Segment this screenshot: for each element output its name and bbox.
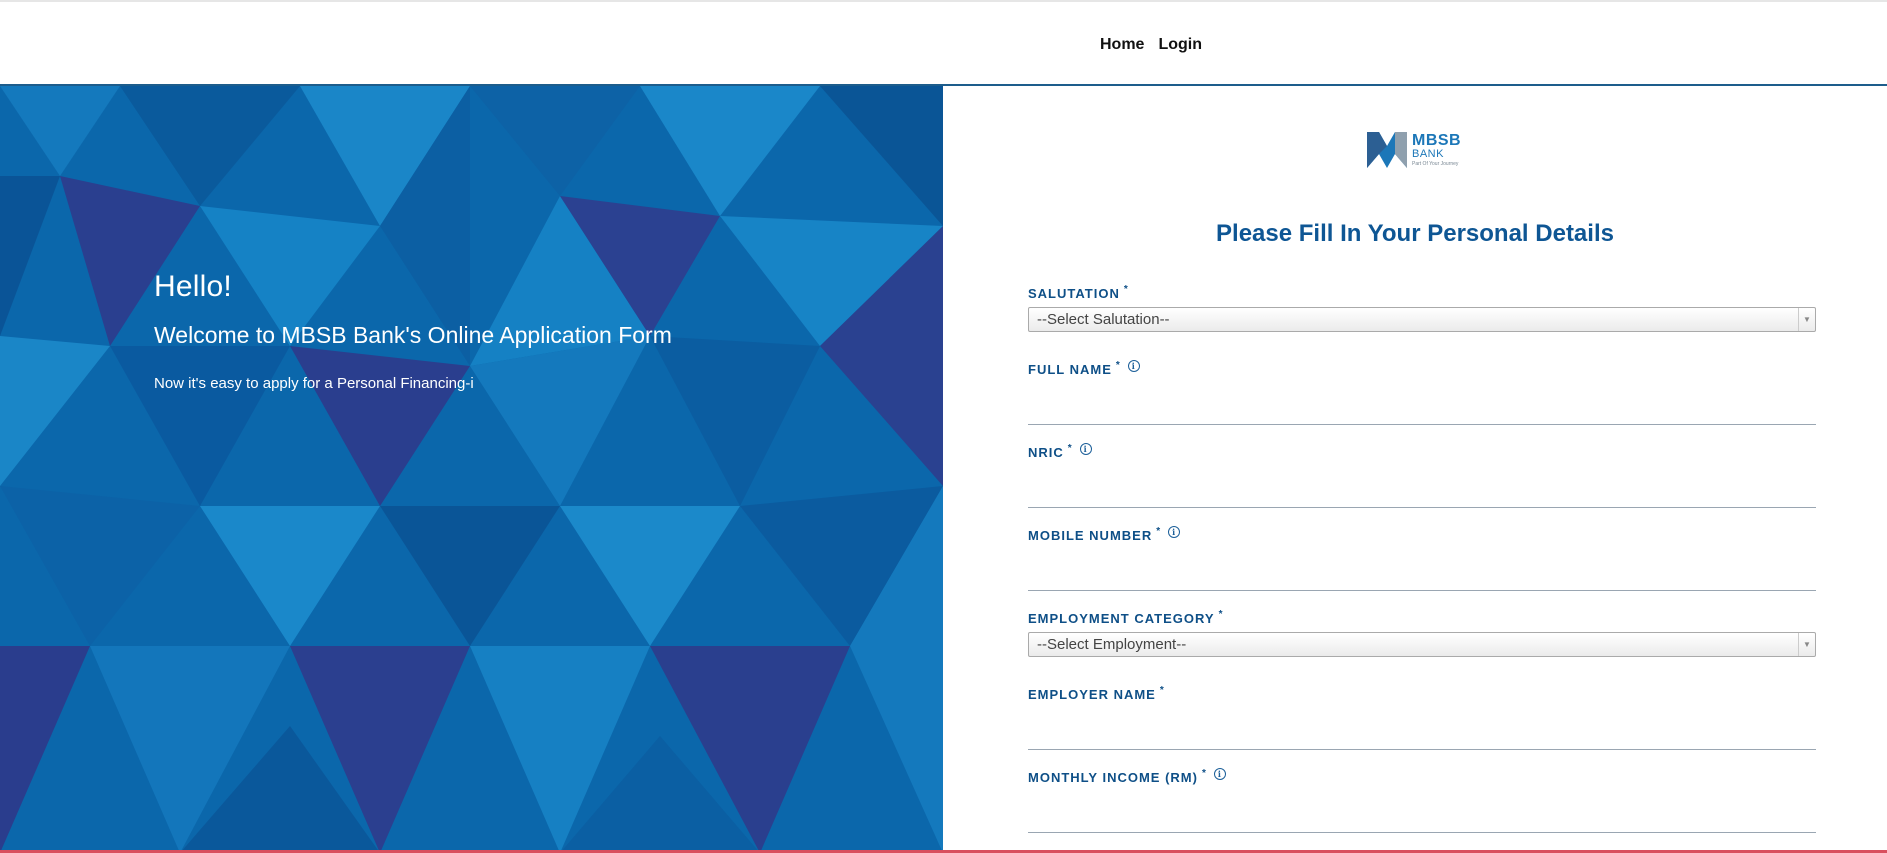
info-circle-icon[interactable]: i: [1168, 526, 1181, 538]
employment-category-field: EMPLOYMENT CATEGORY * --Select Employmen…: [1028, 609, 1816, 657]
logo-tagline: Part Of Your Journey: [1412, 161, 1459, 167]
application-form-panel: MBSB BANK Part Of Your Journey Please Fi…: [943, 86, 1887, 853]
monthly-income-label-text: MONTHLY INCOME (RM): [1028, 770, 1198, 785]
full-name-label: FULL NAME * i: [1028, 360, 1816, 377]
monthly-income-field: MONTHLY INCOME (RM) * i: [1028, 768, 1816, 833]
info-circle-icon[interactable]: i: [1079, 443, 1092, 455]
nav-home-link[interactable]: Home: [1100, 36, 1144, 54]
nav-menu: Home Login: [1100, 36, 1202, 54]
employer-name-field: EMPLOYER NAME *: [1028, 685, 1816, 750]
salutation-label: SALUTATION *: [1028, 284, 1816, 301]
required-mark: *: [1067, 443, 1073, 454]
required-mark: *: [1218, 609, 1224, 620]
employer-name-label-text: EMPLOYER NAME: [1028, 687, 1156, 702]
required-mark: *: [1156, 526, 1162, 537]
hero-background-pattern: [0, 86, 943, 853]
mobile-number-label-text: MOBILE NUMBER: [1028, 528, 1153, 543]
mobile-number-field: MOBILE NUMBER * i: [1028, 526, 1816, 591]
nric-label: NRIC * i: [1028, 443, 1816, 460]
hero-banner: Hello! Welcome to MBSB Bank's Online App…: [0, 86, 943, 853]
top-navbar: Home Login: [0, 0, 1887, 86]
mbsb-logo-mark-icon: [1367, 132, 1407, 168]
employment-category-label-text: EMPLOYMENT CATEGORY: [1028, 611, 1215, 626]
hero-welcome-heading: Welcome to MBSB Bank's Online Applicatio…: [154, 322, 672, 348]
monthly-income-label: MONTHLY INCOME (RM) * i: [1028, 768, 1816, 785]
employment-selected-value: --Select Employment--: [1037, 636, 1187, 653]
mobile-number-label: MOBILE NUMBER * i: [1028, 526, 1816, 543]
nric-input[interactable]: [1028, 480, 1816, 508]
logo-subname: BANK: [1412, 148, 1444, 160]
info-circle-icon[interactable]: i: [1213, 768, 1226, 780]
salutation-field: SALUTATION * --Select Salutation-- ▼: [1028, 284, 1816, 332]
form-title: Please Fill In Your Personal Details: [1216, 220, 1614, 247]
employment-category-label: EMPLOYMENT CATEGORY *: [1028, 609, 1816, 626]
required-mark: *: [1115, 360, 1121, 371]
chevron-down-icon: ▼: [1798, 633, 1815, 656]
employer-name-input[interactable]: [1028, 722, 1816, 750]
nav-login-link[interactable]: Login: [1158, 36, 1202, 54]
mobile-number-input[interactable]: [1028, 563, 1816, 591]
required-mark: *: [1159, 685, 1165, 696]
hero-greeting: Hello!: [154, 270, 232, 303]
mbsb-logo: MBSB BANK Part Of Your Journey: [1367, 132, 1497, 174]
required-mark: *: [1201, 768, 1207, 779]
employment-category-select[interactable]: --Select Employment-- ▼: [1028, 632, 1816, 657]
full-name-field: FULL NAME * i: [1028, 360, 1816, 425]
hero-text-block: Hello! Welcome to MBSB Bank's Online App…: [154, 270, 672, 392]
monthly-income-input[interactable]: [1028, 805, 1816, 833]
hero-subtitle: Now it's easy to apply for a Personal Fi…: [154, 375, 474, 392]
salutation-selected-value: --Select Salutation--: [1037, 311, 1170, 328]
salutation-select[interactable]: --Select Salutation-- ▼: [1028, 307, 1816, 332]
nric-field: NRIC * i: [1028, 443, 1816, 508]
info-circle-icon[interactable]: i: [1127, 360, 1140, 372]
required-mark: *: [1123, 284, 1129, 295]
salutation-label-text: SALUTATION: [1028, 286, 1120, 301]
employer-name-label: EMPLOYER NAME *: [1028, 685, 1816, 702]
full-name-input[interactable]: [1028, 397, 1816, 425]
nric-label-text: NRIC: [1028, 445, 1064, 460]
full-name-label-text: FULL NAME: [1028, 362, 1112, 377]
chevron-down-icon: ▼: [1798, 308, 1815, 331]
